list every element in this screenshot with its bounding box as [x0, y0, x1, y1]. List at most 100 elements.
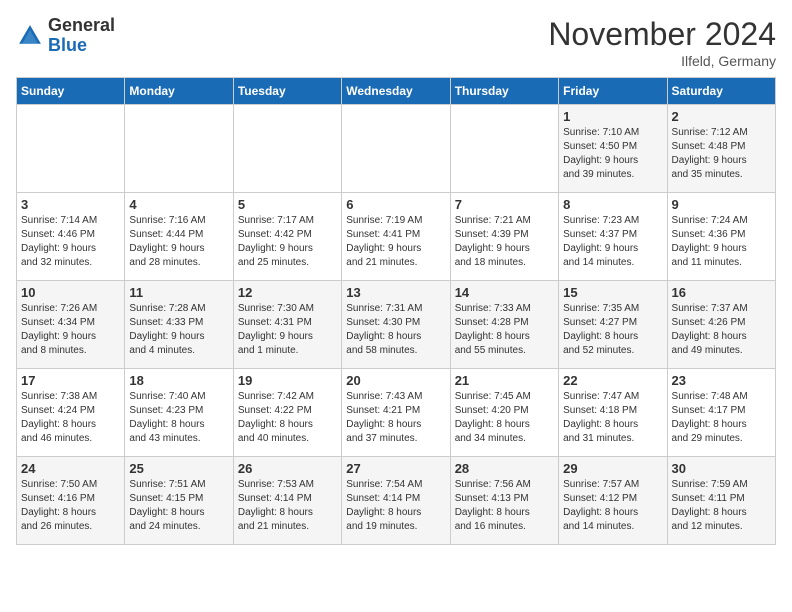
day-info: Sunrise: 7:28 AM Sunset: 4:33 PM Dayligh… — [129, 302, 228, 358]
calendar-cell: 23 Sunrise: 7:48 AM Sunset: 4:17 PM Dayli… — [667, 369, 775, 457]
day-number: 5 — [238, 197, 337, 212]
week-row-5: 24 Sunrise: 7:50 AM Sunset: 4:16 PM Dayli… — [17, 457, 776, 545]
day-info: Sunrise: 7:40 AM Sunset: 4:23 PM Dayligh… — [129, 390, 228, 446]
calendar-cell — [125, 105, 233, 193]
day-number: 12 — [238, 285, 337, 300]
location: Ilfeld, Germany — [548, 53, 776, 69]
calendar-cell: 29 Sunrise: 7:57 AM Sunset: 4:12 PM Dayli… — [559, 457, 667, 545]
day-info: Sunrise: 7:43 AM Sunset: 4:21 PM Dayligh… — [346, 390, 445, 446]
calendar-cell: 19 Sunrise: 7:42 AM Sunset: 4:22 PM Dayli… — [233, 369, 341, 457]
calendar-cell — [17, 105, 125, 193]
day-info: Sunrise: 7:42 AM Sunset: 4:22 PM Dayligh… — [238, 390, 337, 446]
header-row: SundayMondayTuesdayWednesdayThursdayFrid… — [17, 78, 776, 105]
day-number: 23 — [672, 373, 771, 388]
month-title: November 2024 — [548, 16, 776, 53]
day-info: Sunrise: 7:35 AM Sunset: 4:27 PM Dayligh… — [563, 302, 662, 358]
calendar-cell: 21 Sunrise: 7:45 AM Sunset: 4:20 PM Dayli… — [450, 369, 558, 457]
day-info: Sunrise: 7:38 AM Sunset: 4:24 PM Dayligh… — [21, 390, 120, 446]
day-info: Sunrise: 7:53 AM Sunset: 4:14 PM Dayligh… — [238, 478, 337, 534]
day-number: 20 — [346, 373, 445, 388]
day-info: Sunrise: 7:50 AM Sunset: 4:16 PM Dayligh… — [21, 478, 120, 534]
day-number: 1 — [563, 109, 662, 124]
page-header: General Blue November 2024 Ilfeld, Germa… — [16, 16, 776, 69]
calendar-cell: 13Sunrise: 7:31 AM Sunset: 4:30 PM Dayli… — [342, 281, 450, 369]
day-info: Sunrise: 7:45 AM Sunset: 4:20 PM Dayligh… — [455, 390, 554, 446]
calendar-body: 1 Sunrise: 7:10 AM Sunset: 4:50 PM Daylig… — [17, 105, 776, 545]
week-row-3: 10Sunrise: 7:26 AM Sunset: 4:34 PM Dayli… — [17, 281, 776, 369]
title-block: November 2024 Ilfeld, Germany — [548, 16, 776, 69]
calendar-cell: 1 Sunrise: 7:10 AM Sunset: 4:50 PM Daylig… — [559, 105, 667, 193]
day-number: 7 — [455, 197, 554, 212]
calendar-table: SundayMondayTuesdayWednesdayThursdayFrid… — [16, 77, 776, 545]
day-number: 29 — [563, 461, 662, 476]
day-number: 14 — [455, 285, 554, 300]
day-info: Sunrise: 7:26 AM Sunset: 4:34 PM Dayligh… — [21, 302, 120, 358]
calendar-cell: 16 Sunrise: 7:37 AM Sunset: 4:26 PM Dayli… — [667, 281, 775, 369]
day-number: 6 — [346, 197, 445, 212]
day-number: 16 — [672, 285, 771, 300]
day-number: 3 — [21, 197, 120, 212]
day-number: 22 — [563, 373, 662, 388]
calendar-cell: 6 Sunrise: 7:19 AM Sunset: 4:41 PM Daylig… — [342, 193, 450, 281]
header-sunday: Sunday — [17, 78, 125, 105]
calendar-cell: 7Sunrise: 7:21 AM Sunset: 4:39 PM Daylig… — [450, 193, 558, 281]
day-number: 4 — [129, 197, 228, 212]
day-number: 13 — [346, 285, 445, 300]
day-info: Sunrise: 7:10 AM Sunset: 4:50 PM Dayligh… — [563, 126, 662, 182]
calendar-cell: 22Sunrise: 7:47 AM Sunset: 4:18 PM Dayli… — [559, 369, 667, 457]
day-info: Sunrise: 7:33 AM Sunset: 4:28 PM Dayligh… — [455, 302, 554, 358]
calendar-cell: 28 Sunrise: 7:56 AM Sunset: 4:13 PM Dayli… — [450, 457, 558, 545]
day-number: 24 — [21, 461, 120, 476]
day-info: Sunrise: 7:23 AM Sunset: 4:37 PM Dayligh… — [563, 214, 662, 270]
calendar-cell: 27 Sunrise: 7:54 AM Sunset: 4:14 PM Dayli… — [342, 457, 450, 545]
calendar-cell: 12 Sunrise: 7:30 AM Sunset: 4:31 PM Dayli… — [233, 281, 341, 369]
calendar-cell: 11 Sunrise: 7:28 AM Sunset: 4:33 PM Dayli… — [125, 281, 233, 369]
calendar-cell: 26 Sunrise: 7:53 AM Sunset: 4:14 PM Dayli… — [233, 457, 341, 545]
day-number: 18 — [129, 373, 228, 388]
day-info: Sunrise: 7:37 AM Sunset: 4:26 PM Dayligh… — [672, 302, 771, 358]
day-info: Sunrise: 7:12 AM Sunset: 4:48 PM Dayligh… — [672, 126, 771, 182]
calendar-cell: 10Sunrise: 7:26 AM Sunset: 4:34 PM Dayli… — [17, 281, 125, 369]
day-number: 25 — [129, 461, 228, 476]
calendar-cell — [233, 105, 341, 193]
day-info: Sunrise: 7:16 AM Sunset: 4:44 PM Dayligh… — [129, 214, 228, 270]
day-info: Sunrise: 7:30 AM Sunset: 4:31 PM Dayligh… — [238, 302, 337, 358]
calendar-cell: 30Sunrise: 7:59 AM Sunset: 4:11 PM Dayli… — [667, 457, 775, 545]
day-number: 11 — [129, 285, 228, 300]
header-tuesday: Tuesday — [233, 78, 341, 105]
day-number: 19 — [238, 373, 337, 388]
calendar-cell: 5 Sunrise: 7:17 AM Sunset: 4:42 PM Daylig… — [233, 193, 341, 281]
calendar-cell: 18 Sunrise: 7:40 AM Sunset: 4:23 PM Dayli… — [125, 369, 233, 457]
header-wednesday: Wednesday — [342, 78, 450, 105]
calendar-cell: 8Sunrise: 7:23 AM Sunset: 4:37 PM Daylig… — [559, 193, 667, 281]
calendar-cell: 14 Sunrise: 7:33 AM Sunset: 4:28 PM Dayli… — [450, 281, 558, 369]
day-info: Sunrise: 7:19 AM Sunset: 4:41 PM Dayligh… — [346, 214, 445, 270]
calendar-cell: 25 Sunrise: 7:51 AM Sunset: 4:15 PM Dayli… — [125, 457, 233, 545]
week-row-2: 3 Sunrise: 7:14 AM Sunset: 4:46 PM Daylig… — [17, 193, 776, 281]
logo: General Blue — [16, 16, 115, 56]
day-number: 21 — [455, 373, 554, 388]
day-info: Sunrise: 7:24 AM Sunset: 4:36 PM Dayligh… — [672, 214, 771, 270]
calendar-cell — [342, 105, 450, 193]
header-monday: Monday — [125, 78, 233, 105]
calendar-cell: 2Sunrise: 7:12 AM Sunset: 4:48 PM Daylig… — [667, 105, 775, 193]
day-number: 27 — [346, 461, 445, 476]
calendar-cell: 17Sunrise: 7:38 AM Sunset: 4:24 PM Dayli… — [17, 369, 125, 457]
header-thursday: Thursday — [450, 78, 558, 105]
day-info: Sunrise: 7:54 AM Sunset: 4:14 PM Dayligh… — [346, 478, 445, 534]
day-info: Sunrise: 7:51 AM Sunset: 4:15 PM Dayligh… — [129, 478, 228, 534]
day-number: 30 — [672, 461, 771, 476]
day-info: Sunrise: 7:48 AM Sunset: 4:17 PM Dayligh… — [672, 390, 771, 446]
logo-text: General Blue — [48, 16, 115, 56]
day-info: Sunrise: 7:56 AM Sunset: 4:13 PM Dayligh… — [455, 478, 554, 534]
calendar-cell: 4 Sunrise: 7:16 AM Sunset: 4:44 PM Daylig… — [125, 193, 233, 281]
day-number: 28 — [455, 461, 554, 476]
day-number: 26 — [238, 461, 337, 476]
logo-icon — [16, 22, 44, 50]
day-info: Sunrise: 7:57 AM Sunset: 4:12 PM Dayligh… — [563, 478, 662, 534]
day-info: Sunrise: 7:17 AM Sunset: 4:42 PM Dayligh… — [238, 214, 337, 270]
calendar-cell — [450, 105, 558, 193]
day-info: Sunrise: 7:14 AM Sunset: 4:46 PM Dayligh… — [21, 214, 120, 270]
header-friday: Friday — [559, 78, 667, 105]
calendar-cell: 9Sunrise: 7:24 AM Sunset: 4:36 PM Daylig… — [667, 193, 775, 281]
